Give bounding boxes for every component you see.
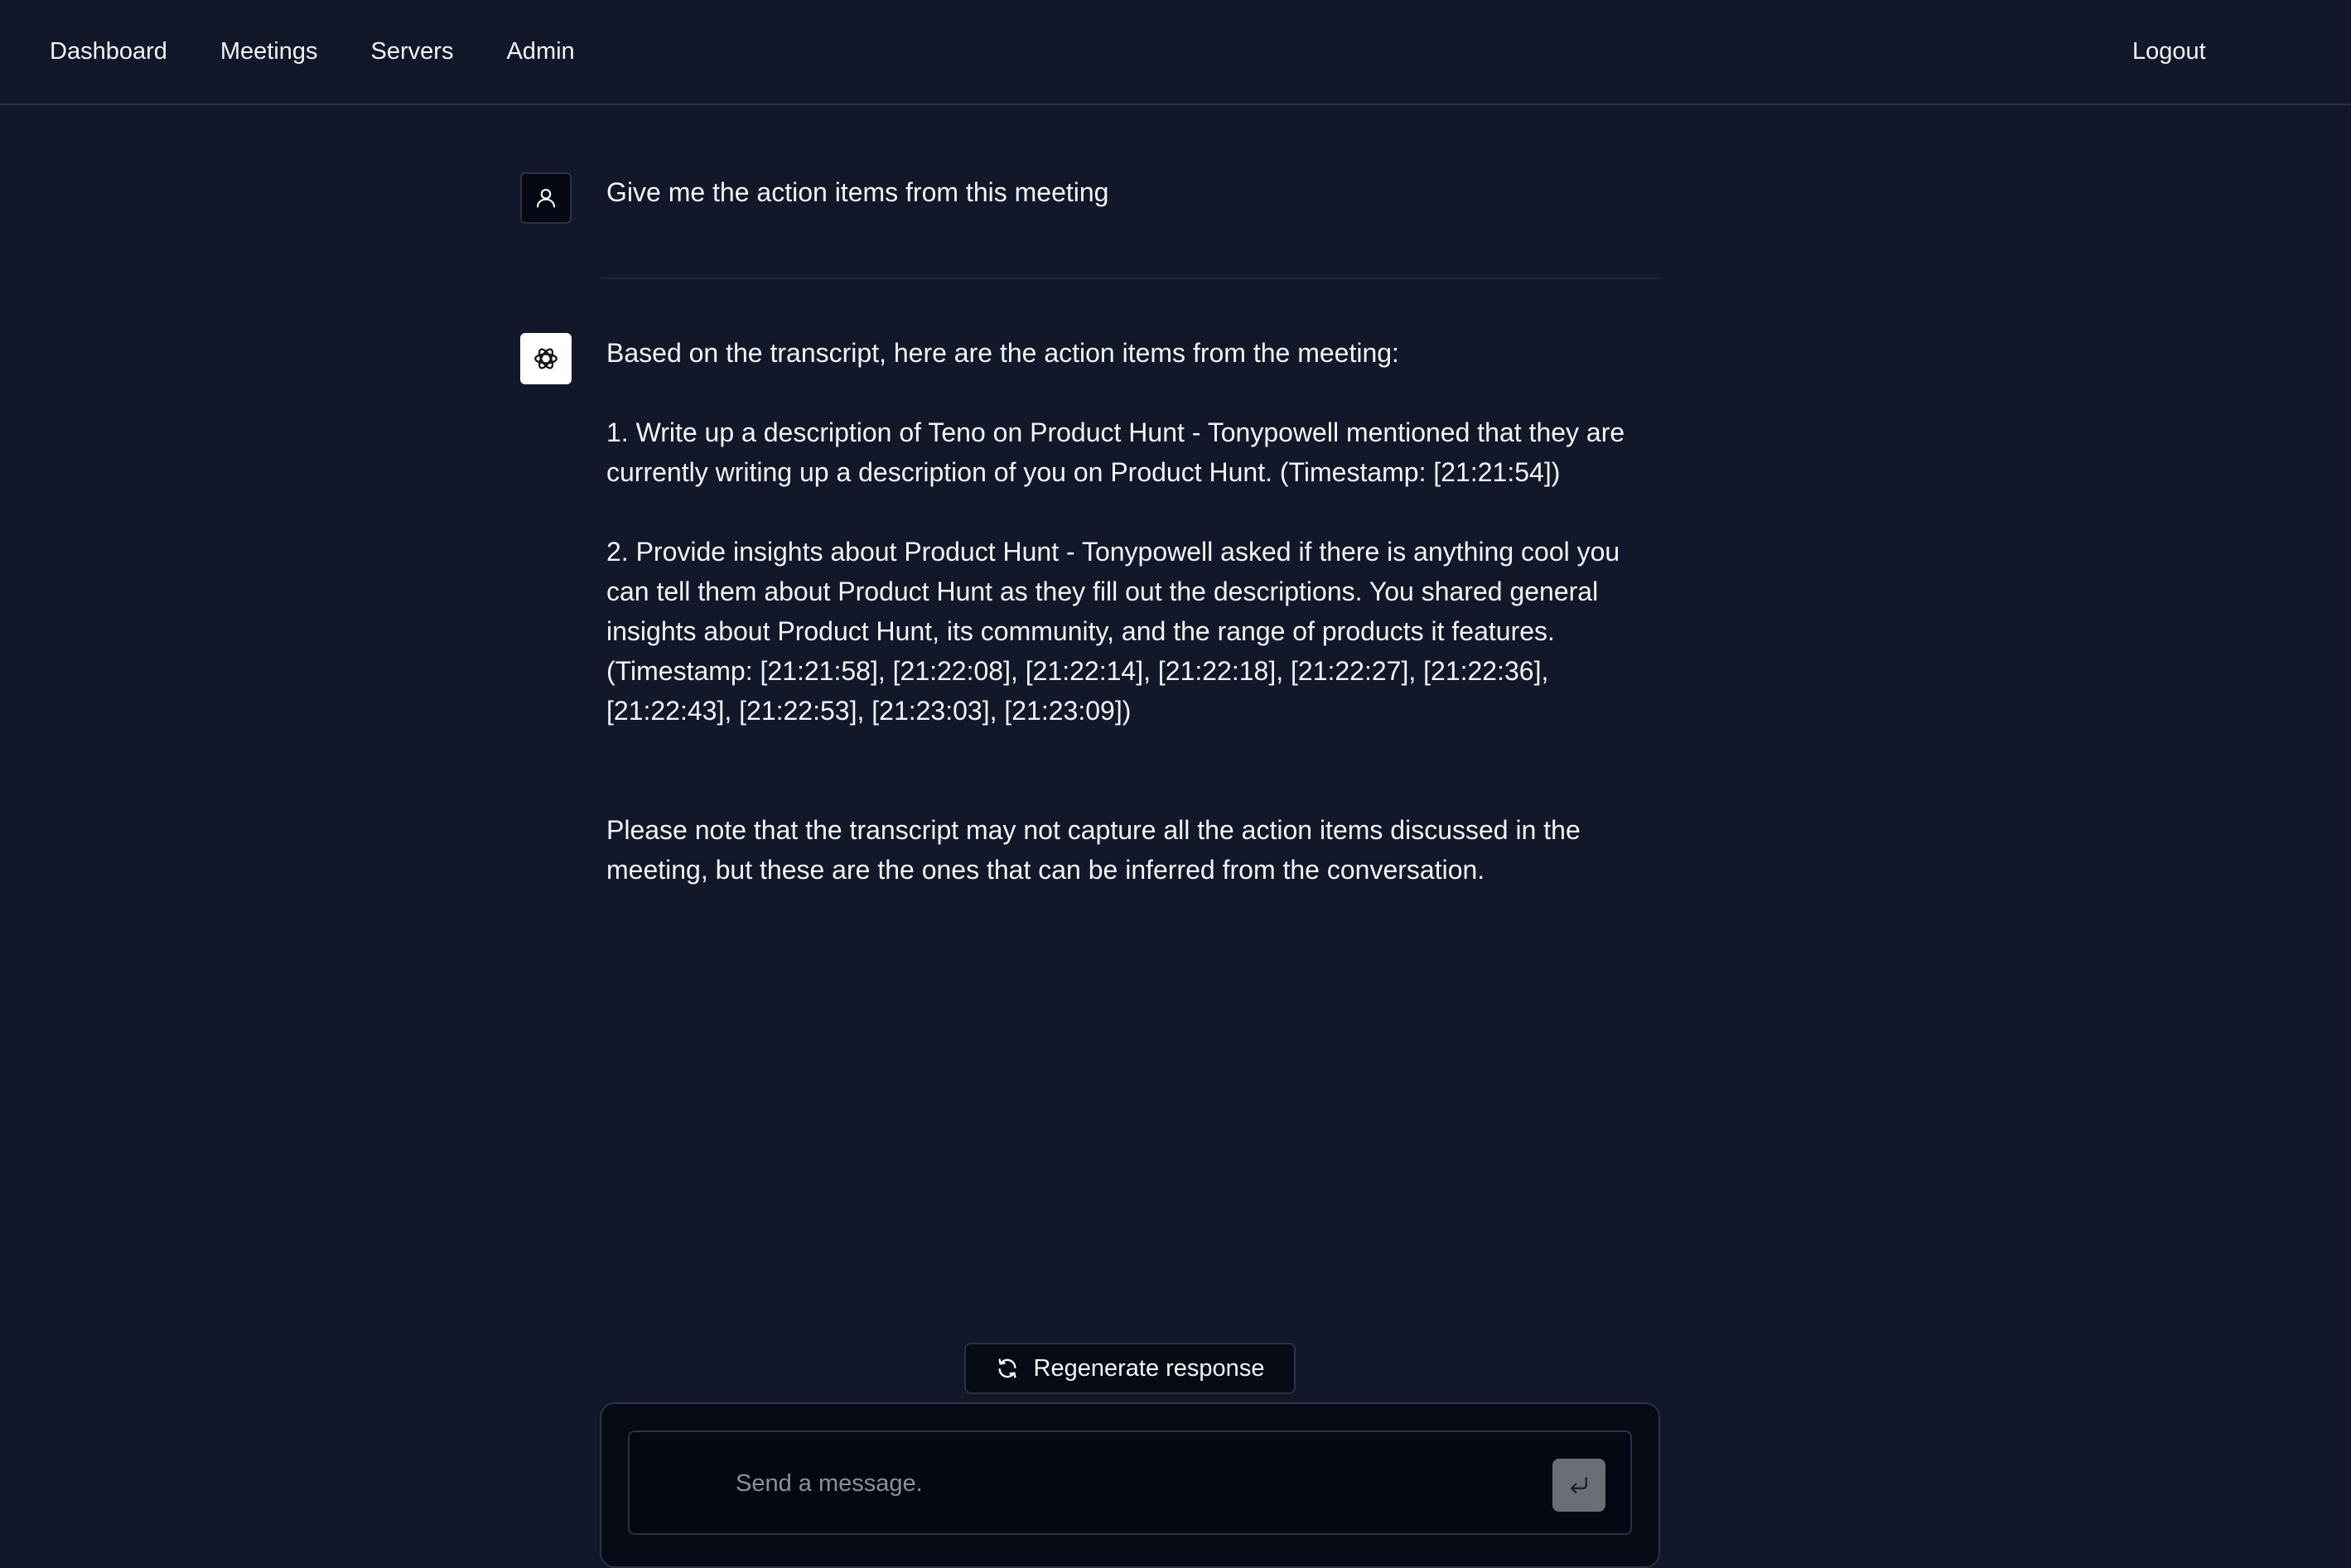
assistant-note: Please note that the transcript may not … [606, 815, 1588, 885]
top-navigation: Dashboard Meetings Servers Admin Logout [0, 0, 2351, 105]
assistant-action-item-2: 2. Provide insights about Product Hunt -… [606, 537, 1628, 726]
message-input[interactable] [736, 1464, 1481, 1503]
assistant-avatar [520, 333, 572, 384]
nav-links: Dashboard Meetings Servers Admin [50, 38, 575, 65]
regenerate-response-button[interactable]: Regenerate response [964, 1343, 1296, 1394]
refresh-icon [998, 1358, 1016, 1378]
nav-item-dashboard[interactable]: Dashboard [50, 38, 167, 65]
message-composer [600, 1402, 1660, 1568]
regenerate-label: Regenerate response [1033, 1354, 1265, 1382]
user-avatar [520, 172, 572, 224]
nav-item-admin[interactable]: Admin [506, 38, 574, 65]
send-button[interactable] [1552, 1459, 1605, 1512]
openai-logo-icon [534, 348, 558, 369]
user-message: Give me the action items from this meeti… [606, 177, 1109, 207]
nav-item-servers[interactable]: Servers [371, 38, 454, 65]
enter-icon [1571, 1477, 1587, 1493]
assistant-intro: Based on the transcript, here are the ac… [606, 338, 1399, 368]
nav-item-meetings[interactable]: Meetings [220, 38, 318, 65]
assistant-action-item-1: 1. Write up a description of Teno on Pro… [606, 417, 1633, 487]
message-divider [600, 277, 1662, 279]
message-input-container [628, 1430, 1632, 1535]
logout-link[interactable]: Logout [2132, 38, 2206, 65]
user-icon [537, 189, 555, 208]
